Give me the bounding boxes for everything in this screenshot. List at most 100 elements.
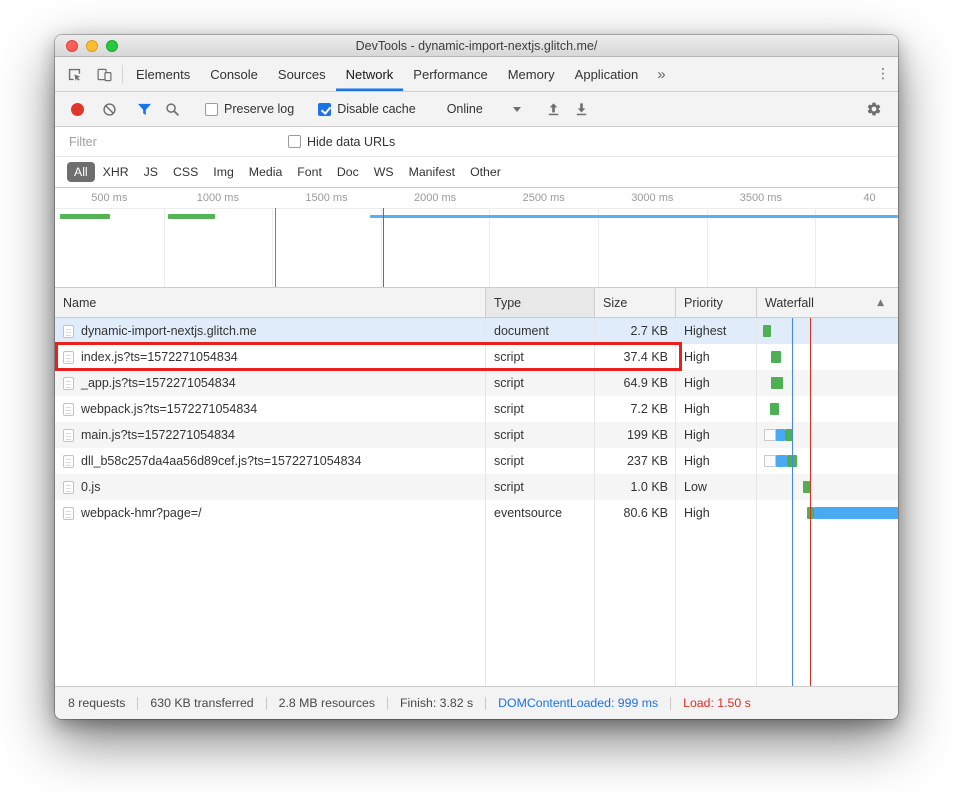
devtools-menu-button[interactable]: ⋮	[868, 57, 898, 91]
table-row[interactable]: _app.js?ts=1572271054834 script 64.9 KB …	[55, 370, 898, 396]
request-name: webpack-hmr?page=/	[81, 506, 202, 520]
column-header-name[interactable]: Name	[55, 288, 486, 317]
request-priority: High	[676, 370, 757, 396]
overview-tick-label: 2500 ms	[504, 192, 584, 204]
tab-performance[interactable]: Performance	[403, 57, 497, 91]
upload-icon	[546, 102, 561, 117]
overview-gridline	[815, 208, 816, 287]
divider	[122, 65, 123, 83]
table-row[interactable]: webpack-hmr?page=/ eventsource 80.6 KB H…	[55, 500, 898, 526]
request-priority: High	[676, 344, 757, 370]
settings-button[interactable]	[860, 96, 888, 122]
filter-toggle-button[interactable]	[130, 96, 158, 122]
request-waterfall	[757, 500, 898, 526]
sort-ascending-icon: ▲	[877, 298, 884, 308]
export-har-button[interactable]	[568, 96, 596, 122]
tab-elements[interactable]: Elements	[126, 57, 200, 91]
devtools-tabbar: ElementsConsoleSourcesNetworkPerformance…	[55, 57, 898, 92]
tab-application[interactable]: Application	[565, 57, 649, 91]
request-priority: Highest	[676, 318, 757, 344]
type-filter-css[interactable]: CSS	[166, 162, 205, 182]
overview-activity-bar	[370, 215, 898, 218]
type-filter-media[interactable]: Media	[242, 162, 290, 182]
column-label: Type	[494, 296, 521, 310]
column-header-priority[interactable]: Priority	[676, 288, 757, 317]
request-size: 199 KB	[595, 422, 676, 448]
column-header-size[interactable]: Size	[595, 288, 676, 317]
request-type: script	[486, 344, 595, 370]
type-filter-img[interactable]: Img	[206, 162, 241, 182]
search-button[interactable]	[158, 96, 186, 122]
column-header-waterfall[interactable]: Waterfall ▲	[757, 288, 898, 317]
disable-cache-label: Disable cache	[337, 102, 416, 116]
throttling-dropdown[interactable]: Online	[447, 102, 521, 116]
preserve-log-group: Preserve log	[205, 102, 294, 116]
table-row[interactable]: webpack.js?ts=1572271054834 script 7.2 K…	[55, 396, 898, 422]
load-event-line	[810, 318, 811, 686]
requests-count: 8 requests	[68, 696, 125, 710]
request-size: 37.4 KB	[595, 344, 676, 370]
waterfall-bar-blue	[776, 455, 787, 467]
table-row[interactable]: main.js?ts=1572271054834 script 199 KB H…	[55, 422, 898, 448]
request-waterfall	[757, 318, 898, 344]
tab-network[interactable]: Network	[336, 57, 404, 91]
type-filter-xhr[interactable]: XHR	[96, 162, 136, 182]
transferred-size: 630 KB transferred	[150, 696, 253, 710]
waterfall-bar-green	[771, 377, 783, 389]
overview-gridline	[489, 208, 490, 287]
tab-sources[interactable]: Sources	[268, 57, 336, 91]
hide-data-urls-checkbox[interactable]	[288, 135, 301, 148]
type-filter-js[interactable]: JS	[137, 162, 165, 182]
request-name: dynamic-import-nextjs.glitch.me	[81, 324, 257, 338]
overview-divider	[55, 208, 898, 209]
type-filter-font[interactable]: Font	[290, 162, 329, 182]
request-priority: High	[676, 448, 757, 474]
clear-button[interactable]	[95, 96, 123, 122]
tab-console[interactable]: Console	[200, 57, 268, 91]
import-har-button[interactable]	[540, 96, 568, 122]
overview-activity-bar	[60, 214, 110, 219]
column-header-type[interactable]: Type	[486, 288, 595, 317]
search-icon	[165, 102, 180, 117]
table-row[interactable]: 0.js script 1.0 KB Low	[55, 474, 898, 500]
table-row[interactable]: dll_b58c257da4aa56d89cef.js?ts=157227105…	[55, 448, 898, 474]
record-button[interactable]	[71, 103, 84, 116]
request-waterfall	[757, 422, 898, 448]
column-label: Waterfall	[765, 296, 814, 310]
filter-input[interactable]	[67, 134, 242, 150]
inspect-element-button[interactable]	[59, 57, 89, 91]
name-cell: dll_b58c257da4aa56d89cef.js?ts=157227105…	[55, 448, 486, 474]
tab-memory[interactable]: Memory	[498, 57, 565, 91]
table-row[interactable]: index.js?ts=1572271054834 script 37.4 KB…	[55, 344, 898, 370]
preserve-log-checkbox[interactable]	[205, 103, 218, 116]
type-filter-ws[interactable]: WS	[367, 162, 401, 182]
type-filter-manifest[interactable]: Manifest	[402, 162, 462, 182]
request-priority: Low	[676, 474, 757, 500]
zoom-button[interactable]	[106, 40, 118, 52]
divider	[137, 697, 138, 710]
overview-tick-label: 3500 ms	[721, 192, 801, 204]
name-cell: 0.js	[55, 474, 486, 500]
overview-tick-label: 1500 ms	[287, 192, 367, 204]
minimize-button[interactable]	[86, 40, 98, 52]
close-button[interactable]	[66, 40, 78, 52]
column-divider	[756, 318, 757, 686]
request-waterfall	[757, 370, 898, 396]
disable-cache-checkbox[interactable]	[318, 103, 331, 116]
more-tabs-button[interactable]: »	[648, 57, 674, 91]
column-divider	[485, 318, 486, 686]
resources-size: 2.8 MB resources	[279, 696, 375, 710]
preserve-log-label: Preserve log	[224, 102, 294, 116]
overview-gridline	[707, 208, 708, 287]
table-row[interactable]: dynamic-import-nextjs.glitch.me document…	[55, 318, 898, 344]
request-type: script	[486, 422, 595, 448]
type-filter-other[interactable]: Other	[463, 162, 508, 182]
request-priority: High	[676, 500, 757, 526]
type-filter-all[interactable]: All	[67, 162, 95, 182]
throttling-value: Online	[447, 102, 483, 116]
window-titlebar[interactable]: DevTools - dynamic-import-nextjs.glitch.…	[55, 35, 898, 57]
device-toolbar-button[interactable]	[89, 57, 119, 91]
timeline-overview[interactable]: 500 ms1000 ms1500 ms2000 ms2500 ms3000 m…	[55, 187, 898, 288]
column-divider	[594, 318, 595, 686]
type-filter-doc[interactable]: Doc	[330, 162, 366, 182]
